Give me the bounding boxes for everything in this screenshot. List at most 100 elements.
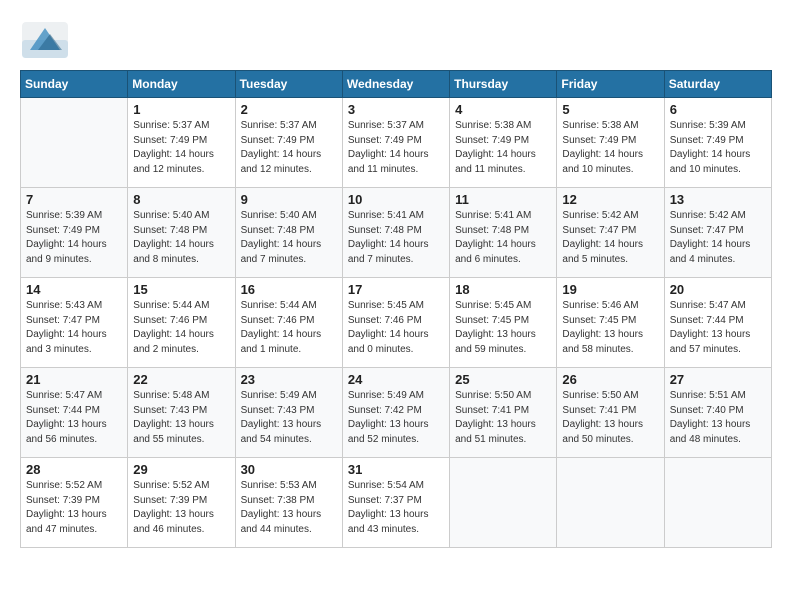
- day-info: Sunrise: 5:42 AM Sunset: 7:47 PM Dayligh…: [670, 209, 766, 267]
- day-info: Sunrise: 5:43 AM Sunset: 7:47 PM Dayligh…: [26, 299, 122, 357]
- weekday-header: Monday: [128, 71, 235, 98]
- day-info: Sunrise: 5:51 AM Sunset: 7:40 PM Dayligh…: [670, 389, 766, 447]
- day-number: 4: [455, 102, 551, 117]
- day-info: Sunrise: 5:39 AM Sunset: 7:49 PM Dayligh…: [26, 209, 122, 267]
- calendar-cell: [21, 98, 128, 188]
- day-info: Sunrise: 5:47 AM Sunset: 7:44 PM Dayligh…: [26, 389, 122, 447]
- calendar-cell: 1 Sunrise: 5:37 AM Sunset: 7:49 PM Daylig…: [128, 98, 235, 188]
- day-number: 9: [241, 192, 337, 207]
- day-number: 25: [455, 372, 551, 387]
- calendar-cell: 27 Sunrise: 5:51 AM Sunset: 7:40 PM Dayli…: [664, 368, 771, 458]
- day-number: 21: [26, 372, 122, 387]
- day-info: Sunrise: 5:38 AM Sunset: 7:49 PM Dayligh…: [562, 119, 658, 177]
- calendar-cell: 15 Sunrise: 5:44 AM Sunset: 7:46 PM Dayli…: [128, 278, 235, 368]
- calendar-cell: 18Sunrise: 5:45 AM Sunset: 7:45 PM Dayli…: [450, 278, 557, 368]
- day-info: Sunrise: 5:52 AM Sunset: 7:39 PM Dayligh…: [26, 479, 122, 537]
- day-number: 13: [670, 192, 766, 207]
- weekday-header: Saturday: [664, 71, 771, 98]
- calendar-cell: [450, 458, 557, 548]
- weekday-header: Sunday: [21, 71, 128, 98]
- day-number: 14: [26, 282, 122, 297]
- calendar-week-row: 21 Sunrise: 5:47 AM Sunset: 7:44 PM Dayli…: [21, 368, 772, 458]
- calendar-cell: 22 Sunrise: 5:48 AM Sunset: 7:43 PM Dayli…: [128, 368, 235, 458]
- day-number: 7: [26, 192, 122, 207]
- calendar-cell: [557, 458, 664, 548]
- day-number: 2: [241, 102, 337, 117]
- day-info: Sunrise: 5:53 AM Sunset: 7:38 PM Dayligh…: [241, 479, 337, 537]
- day-info: Sunrise: 5:42 AM Sunset: 7:47 PM Dayligh…: [562, 209, 658, 267]
- calendar-cell: 7 Sunrise: 5:39 AM Sunset: 7:49 PM Daylig…: [21, 188, 128, 278]
- calendar-cell: [664, 458, 771, 548]
- calendar-cell: 12 Sunrise: 5:42 AM Sunset: 7:47 PM Dayli…: [557, 188, 664, 278]
- calendar-cell: 28 Sunrise: 5:52 AM Sunset: 7:39 PM Dayli…: [21, 458, 128, 548]
- day-info: Sunrise: 5:37 AM Sunset: 7:49 PM Dayligh…: [133, 119, 229, 177]
- day-number: 8: [133, 192, 229, 207]
- day-number: 17: [348, 282, 444, 297]
- day-info: Sunrise: 5:44 AM Sunset: 7:46 PM Dayligh…: [241, 299, 337, 357]
- calendar-cell: 13 Sunrise: 5:42 AM Sunset: 7:47 PM Dayli…: [664, 188, 771, 278]
- day-info: Sunrise: 5:38 AM Sunset: 7:49 PM Dayligh…: [455, 119, 551, 177]
- day-number: 30: [241, 462, 337, 477]
- day-info: Sunrise: 5:49 AM Sunset: 7:42 PM Dayligh…: [348, 389, 444, 447]
- day-info: Sunrise: 5:41 AM Sunset: 7:48 PM Dayligh…: [348, 209, 444, 267]
- day-info: Sunrise: 5:49 AM Sunset: 7:43 PM Dayligh…: [241, 389, 337, 447]
- calendar-cell: 29 Sunrise: 5:52 AM Sunset: 7:39 PM Dayli…: [128, 458, 235, 548]
- day-number: 3: [348, 102, 444, 117]
- day-number: 23: [241, 372, 337, 387]
- calendar-table: SundayMondayTuesdayWednesdayThursdayFrid…: [20, 70, 772, 548]
- calendar-cell: 11 Sunrise: 5:41 AM Sunset: 7:48 PM Dayli…: [450, 188, 557, 278]
- day-number: 29: [133, 462, 229, 477]
- day-number: 24: [348, 372, 444, 387]
- day-info: Sunrise: 5:50 AM Sunset: 7:41 PM Dayligh…: [455, 389, 551, 447]
- logo-icon: [20, 20, 70, 60]
- day-info: Sunrise: 5:37 AM Sunset: 7:49 PM Dayligh…: [348, 119, 444, 177]
- day-info: Sunrise: 5:50 AM Sunset: 7:41 PM Dayligh…: [562, 389, 658, 447]
- day-number: 15: [133, 282, 229, 297]
- day-info: Sunrise: 5:39 AM Sunset: 7:49 PM Dayligh…: [670, 119, 766, 177]
- calendar-cell: 9Sunrise: 5:40 AM Sunset: 7:48 PM Daylig…: [235, 188, 342, 278]
- day-info: Sunrise: 5:54 AM Sunset: 7:37 PM Dayligh…: [348, 479, 444, 537]
- weekday-header: Wednesday: [342, 71, 449, 98]
- day-number: 18: [455, 282, 551, 297]
- day-info: Sunrise: 5:44 AM Sunset: 7:46 PM Dayligh…: [133, 299, 229, 357]
- calendar-cell: 30 Sunrise: 5:53 AM Sunset: 7:38 PM Dayli…: [235, 458, 342, 548]
- calendar-cell: 2 Sunrise: 5:37 AM Sunset: 7:49 PM Daylig…: [235, 98, 342, 188]
- calendar-cell: 16 Sunrise: 5:44 AM Sunset: 7:46 PM Dayli…: [235, 278, 342, 368]
- day-number: 27: [670, 372, 766, 387]
- day-info: Sunrise: 5:41 AM Sunset: 7:48 PM Dayligh…: [455, 209, 551, 267]
- calendar-cell: 23 Sunrise: 5:49 AM Sunset: 7:43 PM Dayli…: [235, 368, 342, 458]
- day-info: Sunrise: 5:45 AM Sunset: 7:46 PM Dayligh…: [348, 299, 444, 357]
- weekday-header-row: SundayMondayTuesdayWednesdayThursdayFrid…: [21, 71, 772, 98]
- calendar-week-row: 1 Sunrise: 5:37 AM Sunset: 7:49 PM Daylig…: [21, 98, 772, 188]
- calendar-cell: 24 Sunrise: 5:49 AM Sunset: 7:42 PM Dayli…: [342, 368, 449, 458]
- weekday-header: Thursday: [450, 71, 557, 98]
- calendar-week-row: 14 Sunrise: 5:43 AM Sunset: 7:47 PM Dayli…: [21, 278, 772, 368]
- calendar-cell: 3 Sunrise: 5:37 AM Sunset: 7:49 PM Daylig…: [342, 98, 449, 188]
- calendar-cell: 6 Sunrise: 5:39 AM Sunset: 7:49 PM Daylig…: [664, 98, 771, 188]
- page-header: [20, 20, 772, 60]
- day-number: 16: [241, 282, 337, 297]
- day-number: 10: [348, 192, 444, 207]
- day-number: 31: [348, 462, 444, 477]
- calendar-cell: 19Sunrise: 5:46 AM Sunset: 7:45 PM Dayli…: [557, 278, 664, 368]
- calendar-cell: 25 Sunrise: 5:50 AM Sunset: 7:41 PM Dayli…: [450, 368, 557, 458]
- day-number: 12: [562, 192, 658, 207]
- calendar-cell: 20Sunrise: 5:47 AM Sunset: 7:44 PM Dayli…: [664, 278, 771, 368]
- day-info: Sunrise: 5:37 AM Sunset: 7:49 PM Dayligh…: [241, 119, 337, 177]
- calendar-cell: 31 Sunrise: 5:54 AM Sunset: 7:37 PM Dayli…: [342, 458, 449, 548]
- calendar-cell: 10 Sunrise: 5:41 AM Sunset: 7:48 PM Dayli…: [342, 188, 449, 278]
- day-number: 11: [455, 192, 551, 207]
- weekday-header: Tuesday: [235, 71, 342, 98]
- day-info: Sunrise: 5:46 AM Sunset: 7:45 PM Dayligh…: [562, 299, 658, 357]
- day-number: 5: [562, 102, 658, 117]
- day-number: 6: [670, 102, 766, 117]
- day-info: Sunrise: 5:48 AM Sunset: 7:43 PM Dayligh…: [133, 389, 229, 447]
- day-number: 1: [133, 102, 229, 117]
- day-number: 28: [26, 462, 122, 477]
- calendar-cell: 26Sunrise: 5:50 AM Sunset: 7:41 PM Dayli…: [557, 368, 664, 458]
- calendar-week-row: 7 Sunrise: 5:39 AM Sunset: 7:49 PM Daylig…: [21, 188, 772, 278]
- calendar-cell: 14 Sunrise: 5:43 AM Sunset: 7:47 PM Dayli…: [21, 278, 128, 368]
- calendar-week-row: 28 Sunrise: 5:52 AM Sunset: 7:39 PM Dayli…: [21, 458, 772, 548]
- day-number: 22: [133, 372, 229, 387]
- day-info: Sunrise: 5:52 AM Sunset: 7:39 PM Dayligh…: [133, 479, 229, 537]
